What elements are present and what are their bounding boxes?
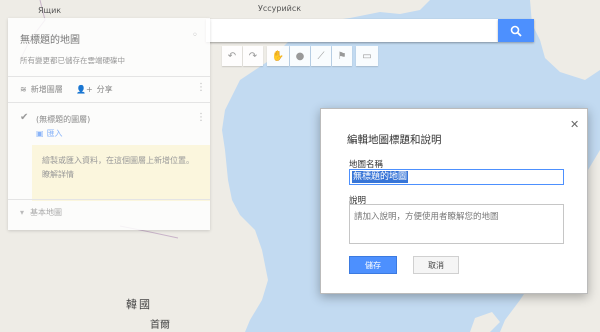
- ruler-icon[interactable]: ▭: [356, 46, 378, 66]
- share-button[interactable]: 👤+ 分享: [76, 84, 113, 95]
- line-icon[interactable]: ⟋: [311, 46, 331, 66]
- divider: [8, 76, 210, 77]
- title-input-value: 無標題的地圖: [352, 171, 409, 183]
- description-input[interactable]: 請加入說明，方便使用者瞭解您的地圖: [349, 204, 564, 244]
- basemap-toggle[interactable]: ▾ 基本地圖: [20, 207, 62, 218]
- file-icon: ▣: [36, 129, 44, 138]
- layer-checkbox[interactable]: ✔: [20, 112, 28, 123]
- divider: [8, 199, 210, 200]
- import-label: 匯入: [46, 129, 63, 138]
- layer-options-icon[interactable]: ⋮: [196, 112, 206, 123]
- import-link[interactable]: ▣ 匯入: [36, 128, 63, 139]
- cancel-button[interactable]: 取消: [413, 256, 459, 274]
- map-label-city: Ящик: [38, 6, 62, 15]
- add-layer-button[interactable]: ≋ 新增圖層: [20, 84, 63, 95]
- map-label-city: Уссурийск: [258, 4, 302, 13]
- search-button[interactable]: [498, 19, 534, 42]
- edit-title-dialog: 編輯地圖標題和說明 ✕ 地圖名稱 無標題的地圖 說明 請加入說明，方便使用者瞭解…: [320, 108, 588, 294]
- close-icon[interactable]: ✕: [570, 118, 579, 131]
- directions-icon[interactable]: ⚑: [332, 46, 352, 66]
- dialog-title: 編輯地圖標題和說明: [347, 134, 442, 146]
- hand-icon[interactable]: ✋: [267, 46, 289, 66]
- map-toolbar: ↶ ↷ ✋ ● ⟋ ⚑ ▭: [222, 46, 379, 68]
- marker-icon[interactable]: ●: [290, 46, 310, 66]
- save-status: 所有變更都已儲存在雲端硬碟中: [20, 56, 125, 65]
- layers-icon: ≋: [20, 85, 27, 94]
- collapse-icon[interactable]: ◦: [192, 30, 198, 41]
- undo-icon[interactable]: ↶: [222, 46, 242, 66]
- redo-icon[interactable]: ↷: [243, 46, 263, 66]
- chevron-down-icon: ▾: [20, 208, 25, 217]
- layer-title[interactable]: (無標題的圖層): [36, 114, 90, 125]
- map-label-capital: 首爾: [150, 320, 170, 331]
- add-person-icon: 👤+: [76, 85, 93, 94]
- search-input[interactable]: [206, 19, 498, 42]
- basemap-label: 基本地圖: [30, 208, 63, 217]
- add-layer-label: 新增圖層: [30, 85, 63, 94]
- save-button[interactable]: 儲存: [349, 256, 397, 274]
- divider: [8, 102, 210, 103]
- map-label-country: 韓國: [126, 298, 152, 311]
- search-icon: [510, 25, 522, 37]
- share-label: 分享: [96, 85, 113, 94]
- map-panel: 無標題的地圖 ◦ 所有變更都已儲存在雲端硬碟中 ≋ 新增圖層 👤+ 分享 ⋮ ✔…: [8, 18, 210, 230]
- layer-hint: 繪製或匯入資料，在這個圖層上新增位置。 瞭解詳情: [32, 145, 210, 201]
- map-title[interactable]: 無標題的地圖: [20, 31, 80, 46]
- more-options-icon[interactable]: ⋮: [196, 82, 206, 93]
